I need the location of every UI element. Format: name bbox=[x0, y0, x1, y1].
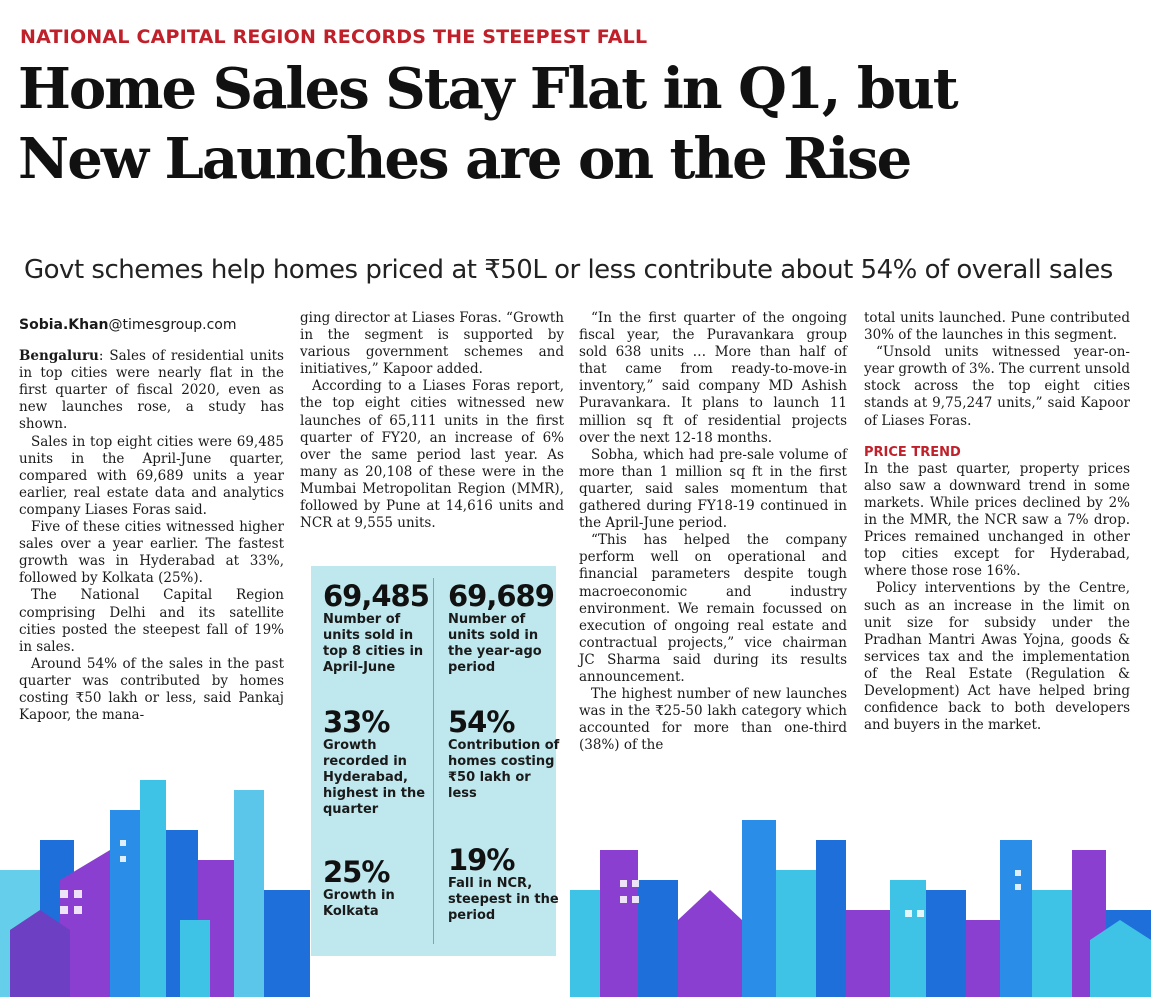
byline: Sobia.Khan@timesgroup.com bbox=[19, 317, 284, 334]
paragraph: The National Capital Region comprising D… bbox=[19, 587, 284, 655]
paragraph: total units launched. Pune contributed 3… bbox=[864, 310, 1130, 344]
byline-name: Sobia.Khan bbox=[19, 317, 109, 333]
paragraph: The highest number of new launches was i… bbox=[579, 686, 847, 754]
stat-number: 54% bbox=[448, 705, 515, 739]
stat-description: Number of units sold in the year-ago per… bbox=[448, 612, 542, 675]
paragraph: In the past quarter, property prices als… bbox=[864, 460, 1130, 580]
stat-number: 69,689 bbox=[448, 579, 555, 613]
paragraph: “In the first quarter of the ongoing fis… bbox=[579, 310, 847, 446]
paragraph: Policy interventions by the Centre, such… bbox=[864, 580, 1130, 734]
paragraph: ging director at Liases Foras. “Growth i… bbox=[300, 310, 564, 378]
kicker: NATIONAL CAPITAL REGION RECORDS THE STEE… bbox=[20, 26, 648, 48]
paragraph: Five of these cities witnessed higher sa… bbox=[19, 519, 284, 587]
dateline: Bengaluru bbox=[19, 348, 99, 365]
stat-number: 69,485 bbox=[323, 579, 430, 613]
paragraph: “Unsold units witnessed year-on-year gro… bbox=[864, 344, 1130, 429]
byline-domain: @timesgroup.com bbox=[108, 317, 237, 333]
paragraph: Around 54% of the sales in the past quar… bbox=[19, 655, 284, 724]
deck: Govt schemes help homes priced at ₹50L o… bbox=[24, 255, 1113, 285]
article-column-3: “In the first quarter of the ongoing fis… bbox=[579, 310, 847, 754]
headline-line-2: New Launches are on the Rise bbox=[18, 126, 912, 192]
section-heading: PRICE TREND bbox=[864, 444, 961, 460]
article-column-4: total units launched. Pune contributed 3… bbox=[864, 310, 1130, 734]
paragraph: Bengaluru: Sales of residential units in… bbox=[19, 348, 284, 433]
paragraph: “This has helped the company perform wel… bbox=[579, 532, 847, 685]
city-skyline-illustration bbox=[0, 780, 1151, 997]
article-column-1: Sobia.Khan@timesgroup.com Bengaluru: Sal… bbox=[19, 305, 284, 724]
headline: Home Sales Stay Flat in Q1, but New Laun… bbox=[18, 54, 1148, 194]
paragraph: Sobha, which had pre-sale volume of more… bbox=[579, 446, 847, 532]
stat-block: 69,689 Number of units sold in the year-… bbox=[448, 580, 560, 676]
stat-block: 69,485 Number of units sold in top 8 cit… bbox=[323, 580, 435, 676]
paragraph: Sales in top eight cities were 69,485 un… bbox=[19, 433, 284, 518]
stat-number: 33% bbox=[323, 705, 390, 739]
headline-line-1: Home Sales Stay Flat in Q1, but bbox=[18, 56, 959, 122]
paragraph: According to a Liases Foras report, the … bbox=[300, 378, 564, 532]
article-column-2: ging director at Liases Foras. “Growth i… bbox=[300, 310, 564, 532]
stat-description: Number of units sold in top 8 cities in … bbox=[323, 612, 424, 675]
